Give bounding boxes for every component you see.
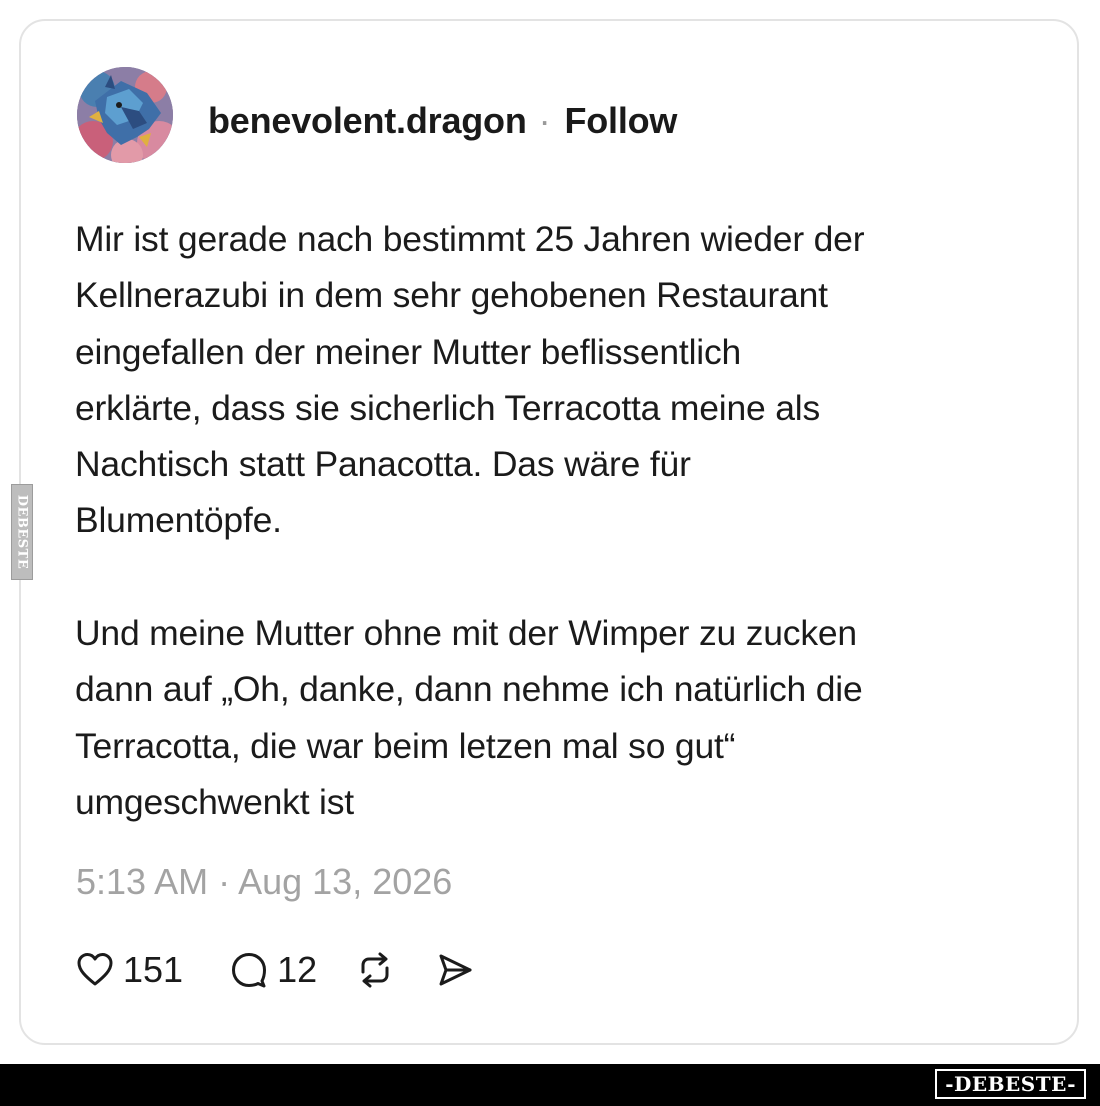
send-icon xyxy=(439,954,472,986)
reply-count: 12 xyxy=(277,949,318,990)
post-text-line: eingefallen der meiner Mutter beflissent… xyxy=(75,331,742,372)
like-count: 151 xyxy=(123,949,184,990)
post-text-line: Nachtisch statt Panacotta. Das wäre für xyxy=(75,444,691,485)
side-watermark-text: DEBESTE xyxy=(14,494,30,570)
post-text-line: Kellnerazubi in dem sehr gehobenen Resta… xyxy=(75,275,828,316)
heart-icon xyxy=(77,953,113,986)
post-header: benevolent.dragon · Follow xyxy=(208,99,677,143)
watermark-logo: -DEBESTE- xyxy=(935,1069,1086,1099)
repost-button[interactable] xyxy=(355,950,395,990)
username-link[interactable]: benevolent.dragon xyxy=(208,100,527,141)
post-timestamp[interactable]: 5:13 AM · Aug 13, 2026 xyxy=(76,859,452,905)
post-text-line: erklärte, dass sie sicherlich Terracotta… xyxy=(75,387,821,428)
post-text-line: Und meine Mutter ohne mit der Wimper zu … xyxy=(75,613,857,654)
follow-button[interactable]: Follow xyxy=(564,100,677,141)
comment-icon xyxy=(232,953,267,988)
post-text-line: Mir ist gerade nach bestimmt 25 Jahren w… xyxy=(75,219,865,259)
repost-icon xyxy=(361,952,389,988)
post-text-line: Blumentöpfe. xyxy=(75,500,282,541)
like-button[interactable]: 151 xyxy=(75,947,183,993)
reply-button[interactable]: 12 xyxy=(229,947,317,993)
watermark-logo-text: -DEBESTE- xyxy=(945,1072,1076,1096)
post-text-line: Terracotta, die war beim letzen mal so g… xyxy=(75,725,736,766)
side-watermark: DEBESTE xyxy=(11,484,33,580)
post-text: Mir ist gerade nach bestimmt 25 Jahren w… xyxy=(75,211,1055,830)
post-text-line: umgeschwenkt ist xyxy=(75,781,354,822)
avatar[interactable] xyxy=(77,67,173,163)
post-text-line: dann auf „Oh, danke, dann nehme ich natü… xyxy=(75,669,863,710)
avatar-dragon-image xyxy=(77,67,173,163)
post-card: benevolent.dragon · Follow Mir ist gerade … xyxy=(19,19,1079,1045)
watermark-bar: -DEBESTE- xyxy=(0,1064,1100,1106)
share-button[interactable] xyxy=(435,950,475,990)
header-separator: · xyxy=(538,100,551,141)
action-bar: 151 12 xyxy=(75,947,475,993)
